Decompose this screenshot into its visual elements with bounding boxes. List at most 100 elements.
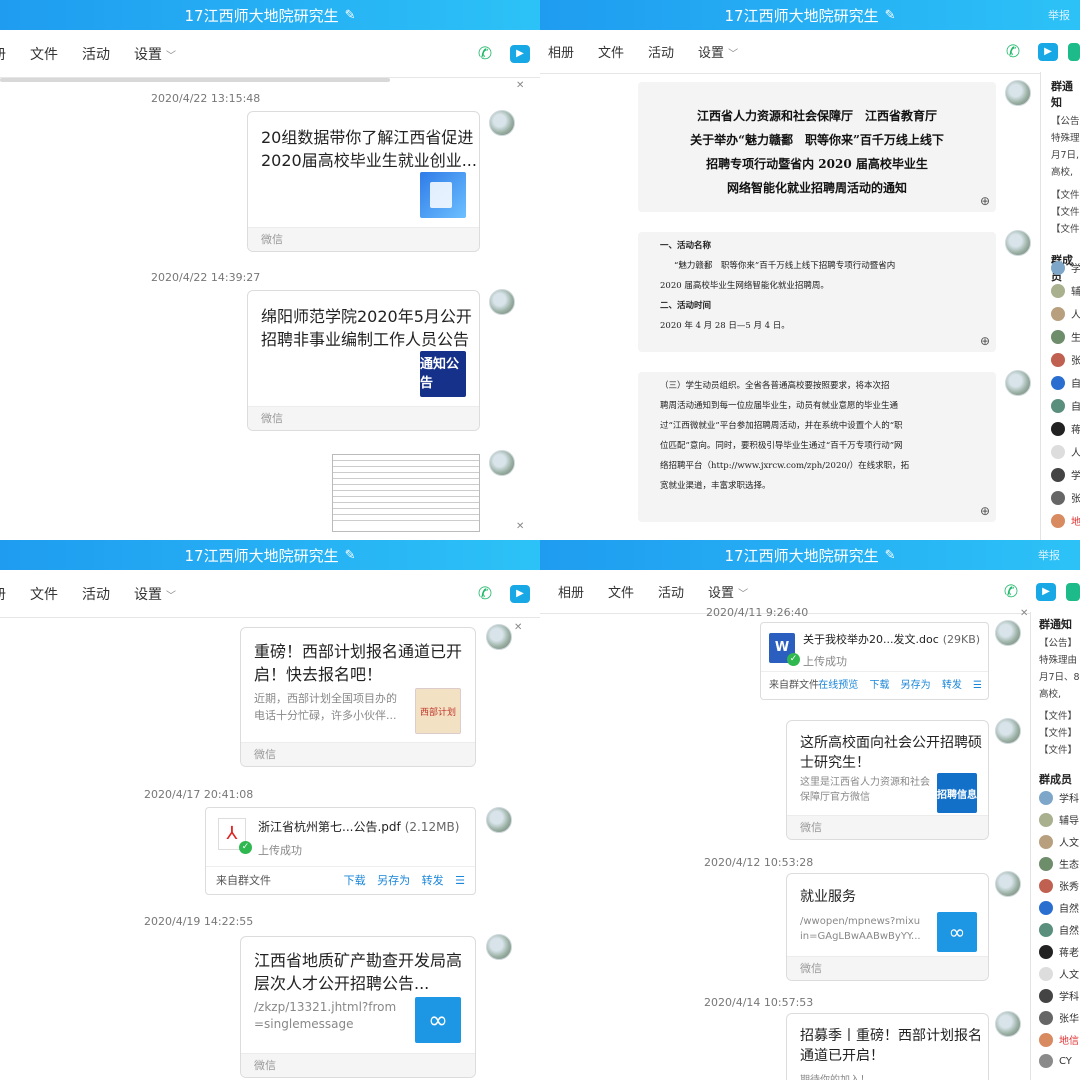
file-entry[interactable]: 【文件】 [1039,742,1080,759]
member-item[interactable]: 人文 [1039,966,1079,981]
document-image[interactable]: 一、活动名称 “魅力赣鄱 职等你来”百千万线上线下招聘专项行动暨省内 2020 … [638,232,996,352]
save-as-link[interactable]: 另存为 [377,874,410,887]
avatar[interactable] [1005,230,1031,256]
avatar[interactable] [486,624,512,650]
preview-link[interactable]: 在线预览 [818,680,858,691]
file-entry[interactable]: 【文件】 [1051,204,1080,221]
member-item[interactable]: 人文 [1039,834,1079,849]
forward-link[interactable]: 转发 [422,874,444,887]
screen-share-icon[interactable] [1068,43,1080,61]
screen-share-icon[interactable] [1066,583,1080,601]
save-as-link[interactable]: 另存为 [901,680,931,691]
collapse-icon[interactable]: ✕ [516,521,524,532]
link-card[interactable]: 江西省地质矿产勘查开发局高 层次人才公开招聘公告... /zkzp/13321.j… [240,936,476,1078]
close-icon[interactable]: ✕ [516,80,524,91]
member-item[interactable]: 张华 [1039,1010,1079,1025]
forward-link[interactable]: 转发 [942,680,962,691]
document-image[interactable]: （三）学生动员组织。全省各普通高校要按照要求，将本次招 聘周活动通知到每一位应届… [638,372,996,522]
member-item[interactable]: 自然 [1039,922,1079,937]
video-icon[interactable]: ▶ [1038,43,1058,61]
tab-album[interactable]: 相册 [558,582,584,601]
video-icon[interactable]: ▶ [510,585,530,603]
phone-icon[interactable]: ✆ [474,583,496,605]
download-link[interactable]: 下载 [344,874,366,887]
pencil-icon[interactable]: ✎ [345,548,356,563]
file-entry[interactable]: 【文件】 [1039,708,1080,725]
avatar[interactable] [486,934,512,960]
menu-icon[interactable]: ☰ [455,874,465,887]
article-card[interactable]: 绵阳师范学院2020年5月公开 招聘非事业编制工作人员公告 通知公告 微信 [247,290,480,431]
document-image[interactable]: 江西省人力资源和社会保障厅 江西省教育厅 关于举办“魅力赣鄱 职等你来”百千万线… [638,82,996,212]
tab-activity[interactable]: 活动 [82,584,110,604]
pencil-icon[interactable]: ✎ [345,8,356,23]
avatar[interactable] [1005,80,1031,106]
avatar[interactable] [489,110,515,136]
member-item[interactable]: CY [1039,1054,1072,1068]
file-message[interactable]: ⅄ ✓ 浙江省杭州第七...公告.pdf (2.12MB) 上传成功 来自群文件 … [205,807,476,895]
pencil-icon[interactable]: ✎ [885,548,896,563]
member-item[interactable]: 自然 [1039,900,1079,915]
tab-files[interactable]: 文件 [30,44,58,64]
tab-activity[interactable]: 活动 [82,44,110,64]
close-icon[interactable]: ✕ [514,622,522,633]
tab-settings[interactable]: 设置 ﹀ [134,44,176,64]
member-item[interactable]: 自 [1051,398,1080,413]
avatar[interactable] [995,1011,1021,1037]
phone-icon[interactable]: ✆ [474,43,496,65]
avatar[interactable] [995,871,1021,897]
message-area[interactable]: ✕ 重磅！西部计划报名通道已开 启！快去报名吧！ 近期，西部计划全国项目办的 电话十… [0,618,526,1080]
tab-files[interactable]: 文件 [30,584,58,604]
tab-activity[interactable]: 活动 [658,582,684,601]
member-item[interactable]: 地 [1051,513,1080,528]
menu-icon[interactable]: ☰ [973,680,982,691]
member-item[interactable]: 辅导 [1039,812,1079,827]
file-entry[interactable]: 【文件】 [1051,187,1080,204]
tab-album[interactable]: 相册 [548,42,574,61]
article-card[interactable]: 招募季丨重磅！西部计划报名通道已开启！ 期待你的加入！ [786,1013,989,1080]
video-icon[interactable]: ▶ [1036,583,1056,601]
file-message[interactable]: W ✓ 关于我校举办20...发文.doc (29KB) 上传成功 来自群文件 在… [760,622,989,700]
member-item[interactable]: 人 [1051,306,1080,321]
close-icon[interactable]: ✕ [1020,608,1028,619]
tab-activity[interactable]: 活动 [648,42,674,61]
avatar[interactable] [486,807,512,833]
table-image[interactable] [332,454,480,532]
member-item[interactable]: 自 [1051,375,1080,390]
avatar[interactable] [1005,370,1031,396]
article-card[interactable]: 20组数据带你了解江西省促进 2020届高校毕业生就业创业... 微信 [247,111,480,252]
member-item[interactable]: 学 [1051,260,1080,275]
tab-album-partial[interactable]: 册 [0,584,6,604]
zoom-icon[interactable]: ⊕ [980,194,990,208]
zoom-icon[interactable]: ⊕ [980,334,990,348]
member-item[interactable]: 蒋老 [1039,944,1079,959]
member-item[interactable]: 张 [1051,490,1080,505]
member-item[interactable]: 生态 [1039,856,1079,871]
member-item[interactable]: 张 [1051,352,1080,367]
member-item[interactable]: 地信 [1039,1032,1079,1047]
message-area[interactable]: 江西省人力资源和社会保障厅 江西省教育厅 关于举办“魅力赣鄱 职等你来”百千万线… [540,74,1040,540]
avatar[interactable] [995,620,1021,646]
video-icon[interactable]: ▶ [510,45,530,63]
avatar[interactable] [995,718,1021,744]
member-item[interactable]: 学科 [1039,790,1079,805]
report-link[interactable]: 举报 [1048,7,1070,23]
tab-settings[interactable]: 设置 ﹀ [708,582,748,601]
file-entry[interactable]: 【文件】 [1051,221,1080,238]
member-item[interactable]: 学科 [1039,988,1079,1003]
report-link[interactable]: 举报 [1038,547,1060,563]
phone-icon[interactable]: ✆ [1000,581,1022,603]
pencil-icon[interactable]: ✎ [885,8,896,23]
member-item[interactable]: 人 [1051,444,1080,459]
zoom-icon[interactable]: ⊕ [980,504,990,518]
tab-files[interactable]: 文件 [608,582,634,601]
tab-album-partial[interactable]: 册 [0,44,6,64]
member-item[interactable]: 辅 [1051,283,1080,298]
member-item[interactable]: 学 [1051,467,1080,482]
avatar[interactable] [489,289,515,315]
message-area[interactable]: 2020/4/11 9:26:40 ✕ W ✓ 关于我校举办20...发文.do… [540,606,1030,1080]
download-link[interactable]: 下载 [869,680,889,691]
file-entry[interactable]: 【文件】 [1039,725,1080,742]
tab-settings[interactable]: 设置 ﹀ [698,42,738,61]
member-item[interactable]: 蒋 [1051,421,1080,436]
member-item[interactable]: 张秀 [1039,878,1079,893]
